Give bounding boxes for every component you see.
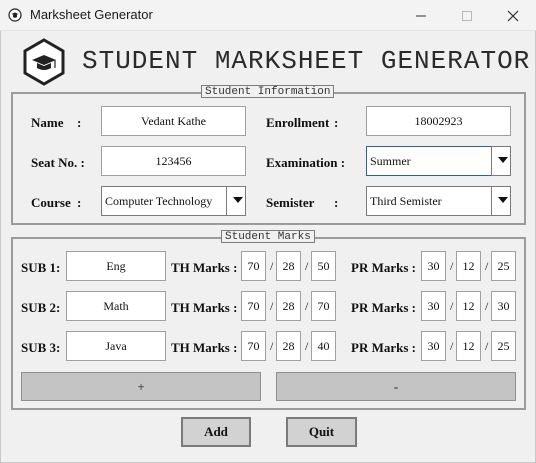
name-label: Name: [31, 115, 64, 130]
subject-2-th-max[interactable]: 70: [241, 291, 266, 321]
subject-2-pr-min[interactable]: 12: [456, 291, 481, 321]
quit-button[interactable]: Quit: [286, 417, 357, 447]
maximize-button[interactable]: [444, 0, 490, 31]
subject-1-pr-obtained[interactable]: 25: [491, 251, 516, 281]
seat-no-label: Seat No. :: [31, 155, 85, 170]
enrollment-label: Enrollment: [266, 115, 330, 130]
course-colon: :: [77, 195, 82, 210]
minimize-icon: [416, 15, 426, 17]
subject-3-label: SUB 3:: [21, 340, 61, 355]
subject-1-pr-label: PR Marks :: [351, 260, 416, 275]
subject-3-pr-max[interactable]: 30: [421, 331, 446, 361]
add-button[interactable]: Add: [181, 417, 251, 447]
window-title: Marksheet Generator: [30, 7, 153, 22]
subject-3-th-max[interactable]: 70: [241, 331, 266, 361]
enrollment-colon: :: [334, 115, 339, 130]
slash-separator: /: [305, 259, 309, 273]
maximize-icon: [462, 11, 472, 21]
slash-separator: /: [305, 299, 309, 313]
minimize-button[interactable]: [398, 0, 444, 31]
subject-1-th-max[interactable]: 70: [241, 251, 266, 281]
semester-label: Semister: [266, 195, 315, 210]
seat-no-field[interactable]: 123456: [101, 146, 246, 176]
examination-label: Examination :: [266, 155, 346, 170]
student-marks-legend: Student Marks: [221, 230, 315, 243]
close-button[interactable]: [490, 0, 536, 31]
enrollment-field[interactable]: 18002923: [366, 106, 511, 136]
semester-colon: :: [334, 195, 339, 210]
subject-1-th-obtained[interactable]: 50: [311, 251, 336, 281]
subject-1-pr-max[interactable]: 30: [421, 251, 446, 281]
subject-1-pr-min[interactable]: 12: [456, 251, 481, 281]
subject-3-th-min[interactable]: 28: [276, 331, 301, 361]
student-information-legend: Student Information: [201, 85, 335, 98]
subject-3-name-field[interactable]: Java: [66, 331, 166, 361]
subject-1-name-field[interactable]: Eng: [66, 251, 166, 281]
name-field[interactable]: Vedant Kathe: [101, 106, 246, 136]
slash-separator: /: [485, 299, 489, 313]
subject-2-pr-obtained[interactable]: 30: [491, 291, 516, 321]
slash-separator: /: [270, 299, 274, 313]
semester-dropdown-button[interactable]: [491, 186, 511, 216]
examination-select[interactable]: Summer: [366, 146, 492, 176]
add-subject-row-button[interactable]: +: [21, 372, 261, 401]
subject-2-name-field[interactable]: Math: [66, 291, 166, 321]
subject-2-th-label: TH Marks :: [171, 300, 238, 315]
name-colon: :: [77, 115, 82, 130]
subject-3-pr-obtained[interactable]: 25: [491, 331, 516, 361]
app-icon: [8, 8, 22, 22]
subject-3-pr-label: PR Marks :: [351, 340, 416, 355]
slash-separator: /: [270, 339, 274, 353]
slash-separator: /: [450, 339, 454, 353]
course-select[interactable]: Computer Technology: [101, 186, 227, 216]
slash-separator: /: [450, 299, 454, 313]
subject-1-th-label: TH Marks :: [171, 260, 238, 275]
semester-select[interactable]: Third Semister: [366, 186, 492, 216]
close-icon: [507, 10, 519, 22]
subject-1-th-min[interactable]: 28: [276, 251, 301, 281]
chevron-down-icon: [498, 197, 508, 203]
slash-separator: /: [485, 259, 489, 273]
chevron-down-icon: [498, 157, 508, 163]
subject-2-pr-label: PR Marks :: [351, 300, 416, 315]
slash-separator: /: [485, 339, 489, 353]
graduation-cap-icon: [22, 38, 66, 86]
subject-3-th-label: TH Marks :: [171, 340, 238, 355]
course-label: Course: [31, 195, 71, 210]
chevron-down-icon: [233, 197, 243, 203]
subject-2-pr-max[interactable]: 30: [421, 291, 446, 321]
subject-2-th-min[interactable]: 28: [276, 291, 301, 321]
slash-separator: /: [305, 339, 309, 353]
subject-1-label: SUB 1:: [21, 260, 61, 275]
slash-separator: /: [270, 259, 274, 273]
examination-dropdown-button[interactable]: [491, 146, 511, 176]
subject-3-th-obtained[interactable]: 40: [311, 331, 336, 361]
subject-3-pr-min[interactable]: 12: [456, 331, 481, 361]
remove-subject-row-button[interactable]: -: [276, 372, 516, 401]
course-dropdown-button[interactable]: [226, 186, 246, 216]
subject-2-label: SUB 2:: [21, 300, 61, 315]
subject-2-th-obtained[interactable]: 70: [311, 291, 336, 321]
slash-separator: /: [450, 259, 454, 273]
page-title: STUDENT MARKSHEET GENERATOR: [82, 46, 531, 76]
